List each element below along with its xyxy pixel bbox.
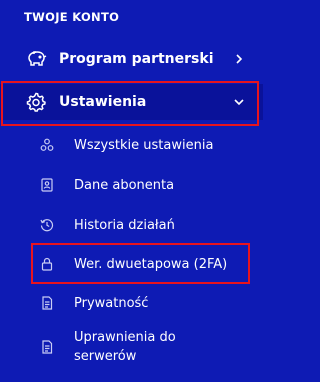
contact-card-icon xyxy=(40,178,54,192)
sidebar-subitem-label: Wer. dwuetapowa (2FA) xyxy=(74,256,228,272)
sidebar-subitem-2fa[interactable]: Wer. dwuetapowa (2FA) xyxy=(0,253,263,275)
sidebar-item-label: Program partnerski xyxy=(59,51,214,67)
chevron-down-icon xyxy=(233,96,245,108)
sidebar-section-header: TWOJE KONTO xyxy=(24,10,120,24)
document-icon xyxy=(40,296,54,310)
piggy-bank-icon xyxy=(24,47,48,71)
settings-cluster-icon xyxy=(40,138,54,152)
sidebar-subitem-label: Wszystkie ustawienia xyxy=(74,137,214,153)
sidebar-subitem-prywatnosc[interactable]: Prywatność xyxy=(0,292,263,314)
sidebar-subitem-historia-dzialan[interactable]: Historia działań xyxy=(0,214,263,236)
gear-icon xyxy=(24,90,48,114)
sidebar-subitem-label: Prywatność xyxy=(74,295,149,311)
sidebar-subitem-uprawnienia[interactable]: Uprawnienia do serwerów xyxy=(0,327,263,367)
sidebar-subitem-dane-abonenta[interactable]: Dane abonenta xyxy=(0,174,263,196)
sidebar-subitem-wszystkie-ustawienia[interactable]: Wszystkie ustawienia xyxy=(0,134,263,156)
document-icon xyxy=(40,340,54,354)
sidebar-item-ustawienia[interactable]: Ustawienia xyxy=(0,84,263,120)
sidebar-item-program-partnerski[interactable]: Program partnerski xyxy=(0,41,263,77)
sidebar-subitem-label: Uprawnienia do serwerów xyxy=(74,328,176,366)
sidebar-subitem-label-line2: serwerów xyxy=(74,349,137,364)
sidebar-subitem-label: Historia działań xyxy=(74,217,175,233)
lock-icon xyxy=(40,257,54,271)
sidebar-subitem-label: Dane abonenta xyxy=(74,177,175,193)
sidebar-subitem-label-line1: Uprawnienia do xyxy=(74,330,176,345)
history-icon xyxy=(40,218,54,232)
sidebar-item-label: Ustawienia xyxy=(59,94,147,110)
chevron-right-icon xyxy=(233,53,245,65)
